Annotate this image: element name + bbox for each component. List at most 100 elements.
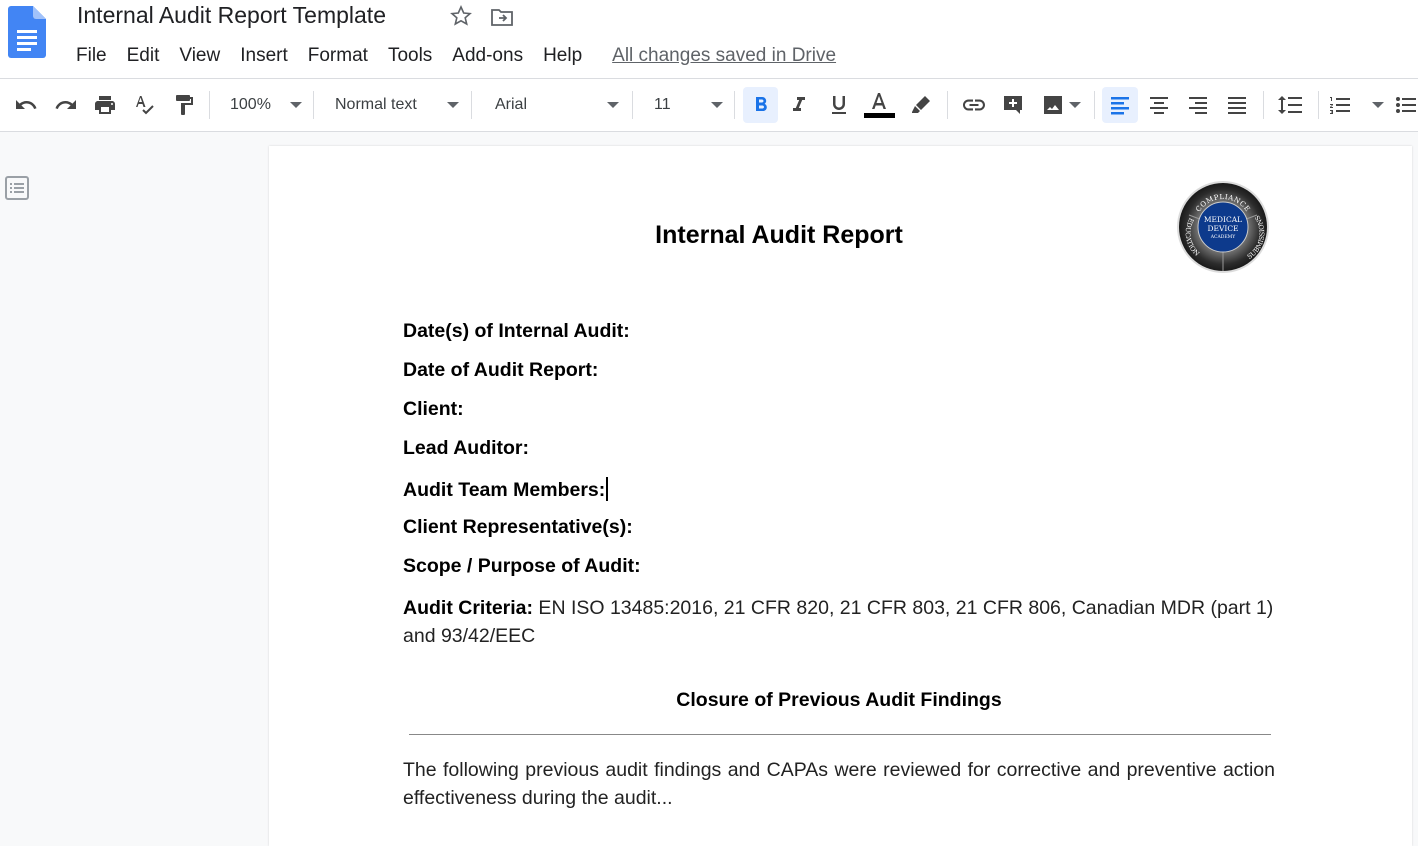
justify-icon <box>1228 97 1246 114</box>
app-header: Internal Audit Report Template File Edit… <box>0 0 1418 79</box>
image-icon <box>1044 96 1062 114</box>
chevron-down-icon <box>711 102 723 108</box>
text-color-icon <box>872 93 886 109</box>
field-label: Client: <box>403 398 464 420</box>
insert-comment-button[interactable] <box>997 89 1029 121</box>
text-color-swatch <box>863 113 895 118</box>
font-family-value: Arial <box>495 96 528 113</box>
field-audit-dates[interactable]: Date(s) of Internal Audit: <box>403 320 630 343</box>
zoom-value: 100% <box>230 96 271 113</box>
docs-logo-icon[interactable] <box>8 6 46 58</box>
align-right-icon <box>1189 97 1207 114</box>
zoom-select[interactable]: 100% <box>220 89 308 121</box>
highlight-color-button[interactable] <box>905 89 937 121</box>
numbered-list-button[interactable] <box>1328 89 1386 121</box>
save-status-link[interactable]: All changes saved in Drive <box>612 45 836 67</box>
align-center-icon <box>1150 97 1168 114</box>
redo-button[interactable] <box>50 89 82 121</box>
bulleted-list-icon <box>1396 97 1416 113</box>
field-label: Audit Team Members: <box>403 479 606 501</box>
chevron-down-icon <box>607 102 619 108</box>
menu-help[interactable]: Help <box>533 45 592 67</box>
field-client[interactable]: Client: <box>403 398 464 421</box>
print-button[interactable] <box>89 89 121 121</box>
underline-button[interactable] <box>823 89 855 121</box>
chevron-down-icon <box>447 102 459 108</box>
horizontal-rule <box>409 734 1271 735</box>
menu-view[interactable]: View <box>169 45 230 67</box>
menu-insert[interactable]: Insert <box>230 45 298 67</box>
field-label: Lead Auditor: <box>403 437 530 459</box>
field-audit-team[interactable]: Audit Team Members: <box>403 477 609 502</box>
section-paragraph[interactable]: The following previous audit findings an… <box>403 756 1275 812</box>
chevron-down-icon <box>1372 102 1384 108</box>
paint-format-button[interactable] <box>168 89 200 121</box>
undo-button[interactable] <box>10 89 42 121</box>
menu-edit[interactable]: Edit <box>117 45 170 67</box>
field-report-date[interactable]: Date of Audit Report: <box>403 359 598 382</box>
link-icon <box>963 99 985 111</box>
document-page[interactable]: Internal Audit Report COMPLIANCE EDUCATI… <box>269 146 1412 846</box>
toolbar-divider <box>947 91 948 119</box>
logo-center-line1: MEDICAL <box>1204 215 1242 224</box>
paragraph-style-select[interactable]: Normal text <box>325 89 465 121</box>
bold-button[interactable] <box>743 87 778 123</box>
bulleted-list-button[interactable] <box>1394 89 1418 121</box>
numbered-list-icon <box>1330 97 1350 114</box>
print-icon <box>95 96 115 114</box>
field-lead-auditor[interactable]: Lead Auditor: <box>403 437 529 460</box>
menu-addons[interactable]: Add-ons <box>442 45 533 67</box>
menu-format[interactable]: Format <box>298 45 378 67</box>
section-heading-previous-findings: Closure of Previous Audit Findings <box>676 689 1002 711</box>
star-icon[interactable] <box>449 4 473 28</box>
line-spacing-icon <box>1278 96 1302 114</box>
menu-file[interactable]: File <box>66 45 117 67</box>
report-title: Internal Audit Report <box>655 221 903 249</box>
font-family-select[interactable]: Arial <box>485 89 625 121</box>
insert-image-button[interactable] <box>1037 89 1085 121</box>
align-left-icon <box>1111 97 1129 115</box>
underline-icon <box>832 96 846 114</box>
toolbar-divider <box>313 91 314 119</box>
toolbar-divider <box>209 91 210 119</box>
align-center-button[interactable] <box>1142 89 1176 121</box>
field-audit-criteria[interactable]: Audit Criteria: EN ISO 13485:2016, 21 CF… <box>403 594 1275 650</box>
medical-device-academy-logo[interactable]: COMPLIANCE EDUCATION SUBMISSIONS MEDICAL… <box>1175 179 1271 275</box>
chevron-down-icon <box>290 102 302 108</box>
paragraph-style-value: Normal text <box>335 96 417 113</box>
justify-button[interactable] <box>1220 89 1254 121</box>
insert-link-button[interactable] <box>958 89 990 121</box>
spellcheck-icon <box>136 96 154 115</box>
undo-icon <box>16 100 37 109</box>
text-color-button[interactable] <box>862 89 896 121</box>
field-scope-purpose[interactable]: Scope / Purpose of Audit: <box>403 555 641 578</box>
align-left-button[interactable] <box>1102 87 1138 123</box>
italic-icon <box>793 97 805 111</box>
toolbar-divider <box>1263 91 1264 119</box>
field-value: EN ISO 13485:2016, 21 CFR 820, 21 CFR 80… <box>403 597 1274 647</box>
logo-center-line3: ACADEMY <box>1210 234 1236 240</box>
highlight-icon <box>912 96 930 113</box>
logo-center-line2: DEVICE <box>1207 224 1238 233</box>
toolbar-divider <box>1094 91 1095 119</box>
spellcheck-button[interactable] <box>128 89 160 121</box>
align-right-button[interactable] <box>1181 89 1215 121</box>
text-cursor <box>606 477 609 501</box>
document-outline-icon[interactable] <box>5 176 29 200</box>
document-title[interactable]: Internal Audit Report Template <box>77 2 386 29</box>
font-size-select[interactable]: 11 <box>644 89 729 121</box>
field-label: Scope / Purpose of Audit: <box>403 555 641 577</box>
move-to-folder-icon[interactable] <box>490 6 514 28</box>
italic-button[interactable] <box>783 89 815 121</box>
line-spacing-button[interactable] <box>1273 89 1307 121</box>
redo-icon <box>55 100 76 109</box>
menu-tools[interactable]: Tools <box>378 45 442 67</box>
field-label: Client Representative(s): <box>403 516 633 538</box>
formatting-toolbar: 100% Normal text Arial 11 <box>0 79 1418 132</box>
toolbar-divider <box>471 91 472 119</box>
toolbar-divider <box>1318 91 1319 119</box>
field-client-representatives[interactable]: Client Representative(s): <box>403 516 633 539</box>
menu-bar: File Edit View Insert Format Tools Add-o… <box>66 43 836 69</box>
bold-icon <box>755 97 767 111</box>
add-comment-icon <box>1004 96 1022 114</box>
